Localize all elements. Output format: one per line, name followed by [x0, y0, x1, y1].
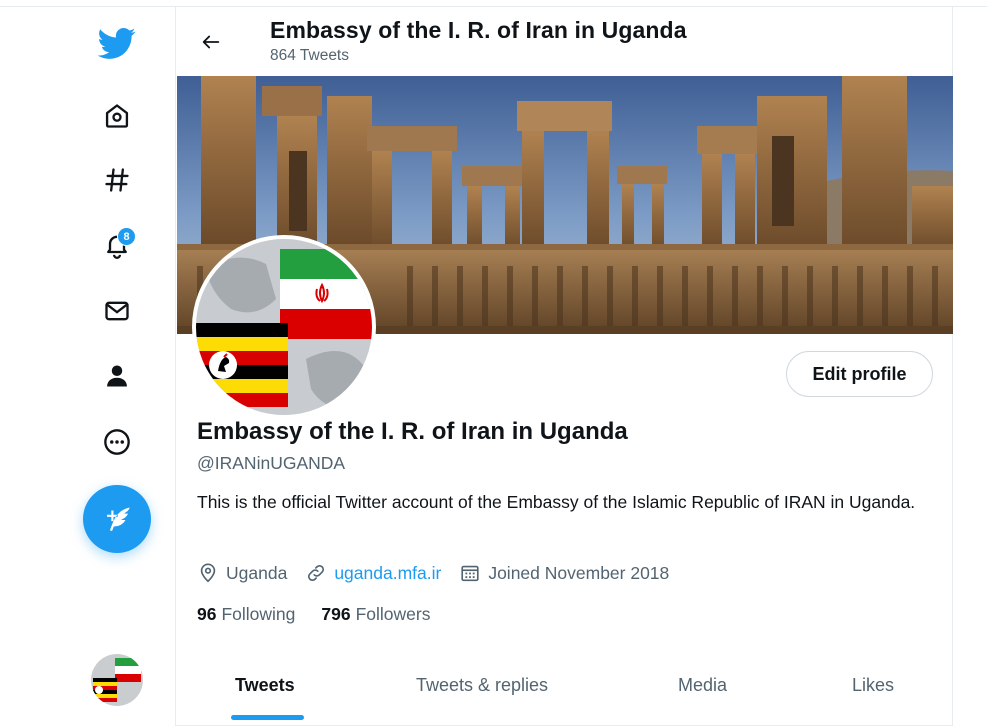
profile-handle: @IRANinUGANDA — [197, 453, 346, 473]
active-tab-indicator — [231, 715, 304, 720]
following-link[interactable]: 96 Following — [197, 604, 295, 625]
following-label: Following — [221, 604, 296, 624]
twitter-logo-icon[interactable] — [96, 22, 138, 64]
website-link[interactable]: uganda.mfa.ir — [334, 563, 441, 584]
profile-display-name: Embassy of the I. R. of Iran in Uganda — [197, 418, 628, 445]
compose-tweet-icon — [107, 507, 130, 532]
location-text: Uganda — [226, 562, 288, 583]
follow-stats: 96 Following 796 Followers — [197, 604, 457, 625]
profile-avatar[interactable] — [192, 235, 376, 419]
home-icon[interactable] — [96, 95, 138, 137]
compose-tweet-button[interactable] — [83, 485, 151, 553]
followers-label: Followers — [355, 604, 431, 624]
tab-tweets[interactable]: Tweets — [235, 675, 295, 696]
back-button[interactable] — [194, 25, 228, 59]
notification-count-badge: 8 — [117, 227, 136, 246]
tab-likes[interactable]: Likes — [852, 675, 894, 696]
tweet-count: 864 Tweets — [270, 47, 349, 64]
tab-tweets-and-replies[interactable]: Tweets & replies — [416, 675, 548, 696]
location-pin-icon — [200, 563, 216, 583]
messages-envelope-icon[interactable] — [96, 290, 138, 332]
joined-date: Joined November 2018 — [488, 562, 670, 583]
notifications-bell-icon[interactable]: 8 — [96, 224, 138, 266]
sidebar-nav: 8 — [0, 0, 175, 726]
profile-meta: Uganda uganda.mfa.ir Joined November 201… — [197, 562, 687, 584]
location-item: Uganda — [197, 562, 287, 584]
link-icon — [308, 564, 325, 582]
calendar-icon — [461, 565, 479, 582]
edit-profile-button[interactable]: Edit profile — [786, 351, 933, 397]
tab-media[interactable]: Media — [678, 675, 727, 696]
website-item: uganda.mfa.ir — [305, 562, 441, 584]
back-arrow-icon — [202, 35, 220, 49]
followers-link[interactable]: 796 Followers — [321, 604, 430, 625]
profile-column: Embassy of the I. R. of Iran in Uganda 8… — [175, 7, 953, 726]
page-title: Embassy of the I. R. of Iran in Uganda — [270, 17, 687, 43]
following-count: 96 — [197, 604, 217, 624]
explore-hashtag-icon[interactable] — [96, 159, 138, 201]
joined-item: Joined November 2018 — [459, 562, 669, 584]
profile-tabs: Tweets Tweets & replies Media Likes — [176, 653, 953, 726]
profile-bio: This is the official Twitter account of … — [197, 492, 916, 512]
account-switcher-avatar[interactable] — [91, 654, 143, 706]
followers-count: 796 — [321, 604, 351, 624]
profile-person-icon[interactable] — [96, 355, 138, 397]
more-icon[interactable] — [96, 421, 138, 463]
